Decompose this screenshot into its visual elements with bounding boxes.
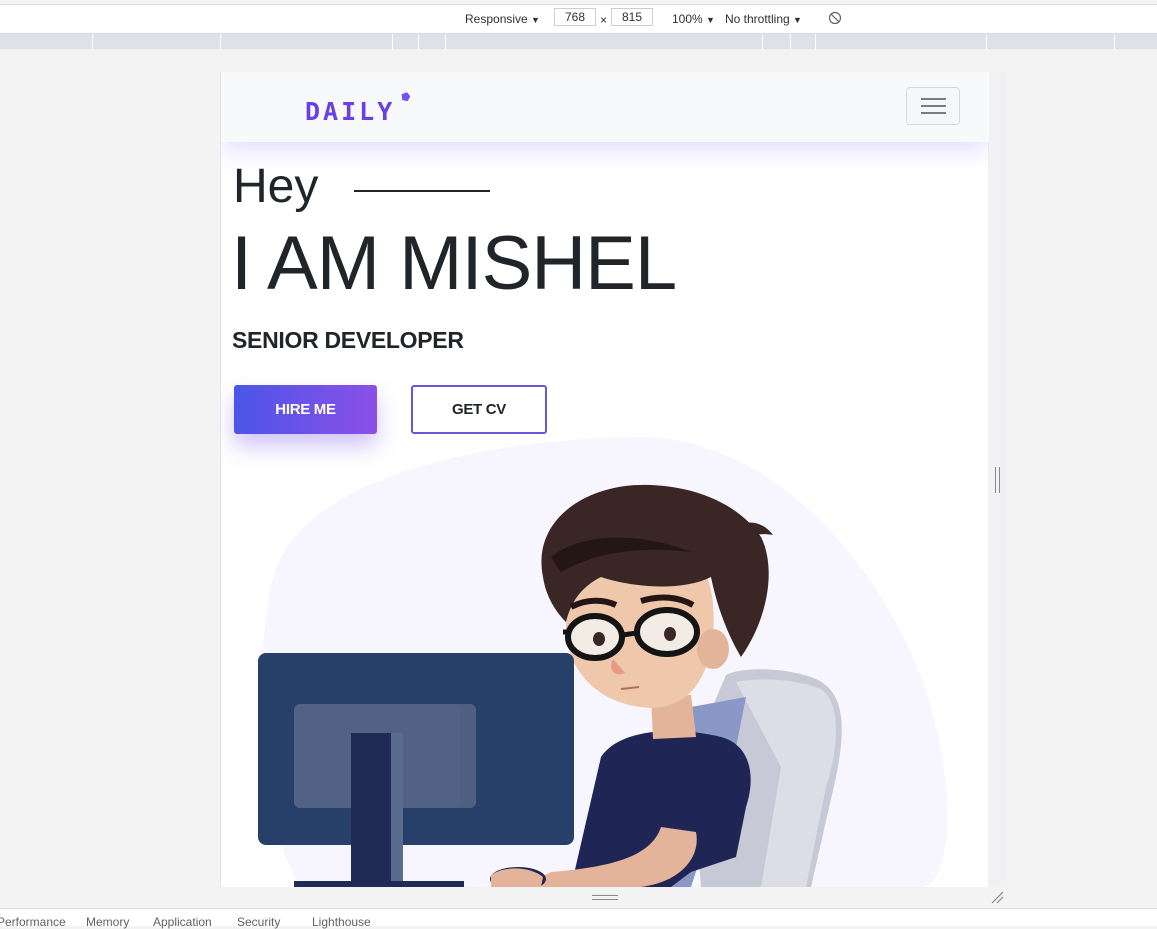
- throttle-select[interactable]: No throttling ▼: [725, 12, 802, 26]
- logo-text: DAILY: [305, 97, 396, 126]
- site-header: DAILY: [221, 72, 989, 142]
- tab-performance[interactable]: Performance: [0, 915, 66, 929]
- tab-lighthouse[interactable]: Lighthouse: [312, 915, 371, 929]
- height-input[interactable]: [611, 8, 653, 26]
- dimension-separator: ×: [600, 13, 608, 27]
- hero-title: I AM MISHEL: [231, 221, 677, 306]
- chevron-down-icon: ▼: [706, 15, 715, 25]
- tab-memory[interactable]: Memory: [86, 915, 129, 929]
- resize-handle-right[interactable]: [995, 467, 1001, 493]
- device-select[interactable]: Responsive ▼: [465, 12, 540, 26]
- developer-illustration: [258, 437, 948, 887]
- greeting-heading: Hey: [233, 160, 319, 213]
- width-input[interactable]: [554, 8, 596, 26]
- zoom-select[interactable]: 100% ▼: [672, 12, 715, 26]
- tab-security[interactable]: Security: [237, 915, 280, 929]
- chevron-down-icon: ▼: [531, 15, 540, 25]
- logo-dot-icon: [401, 92, 411, 102]
- devtools-drawer-tabs: Performance Memory Application Security …: [0, 908, 1157, 929]
- menu-toggle-button[interactable]: [906, 87, 960, 125]
- emulated-viewport: DAILY Hey I AM MISHEL SENIOR DEVELOPER H…: [220, 72, 989, 887]
- throttle-select-label: No throttling: [725, 12, 790, 26]
- zoom-select-label: 100%: [672, 12, 703, 26]
- tab-application[interactable]: Application: [153, 915, 212, 929]
- resize-corner-icon[interactable]: [990, 890, 1004, 904]
- resize-handle-bottom[interactable]: [592, 895, 618, 901]
- rotate-icon[interactable]: [828, 11, 842, 25]
- greeting-divider: [354, 190, 490, 192]
- device-select-label: Responsive: [465, 12, 528, 26]
- media-query-bar[interactable]: [0, 34, 1157, 49]
- hero-subtitle: SENIOR DEVELOPER: [232, 327, 464, 353]
- chevron-down-icon: ▼: [793, 15, 802, 25]
- device-toolbar: Responsive ▼ × 100% ▼ No throttling ▼: [0, 4, 1157, 34]
